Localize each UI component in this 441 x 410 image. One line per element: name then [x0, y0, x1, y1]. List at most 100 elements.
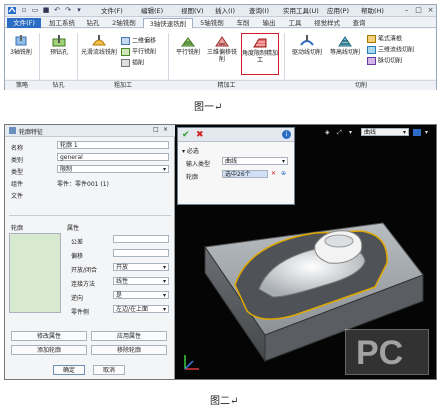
tab-2axis[interactable]: 2轴铣削: [107, 18, 141, 28]
input-type-select[interactable]: 曲线 ▾: [222, 157, 288, 165]
watermark-logo: PC: [345, 329, 429, 375]
zlevel-button[interactable]: 等高线切削: [327, 35, 363, 56]
menu-help[interactable]: 帮助(H): [361, 6, 384, 16]
modify-attr-button[interactable]: 修改属性: [11, 331, 87, 341]
contour-label: 轮廓: [186, 174, 199, 181]
ribbon-body: 3轴铣削 预钻孔 光滑流线铣削 二维偏移 平行铣削 插削 平行铣削 三维偏移铣削…: [5, 29, 436, 79]
attr-label-reverse: 逆向: [71, 295, 84, 302]
two-offset-button[interactable]: 二维偏移: [121, 37, 156, 45]
info-icon[interactable]: i: [282, 130, 291, 139]
field-label-type: 类型: [11, 169, 24, 176]
minimize-button[interactable]: –: [401, 6, 412, 15]
attr-label-tolerance: 公差: [71, 239, 84, 246]
parallel-mill-button[interactable]: 平行铣削: [121, 48, 156, 56]
angle-finish-icon: [253, 36, 267, 48]
add-contour-button[interactable]: 添加轮廓: [11, 345, 87, 355]
group-label-finishing: 精加工: [217, 82, 236, 89]
pencil-button[interactable]: 笔式清根: [367, 35, 402, 43]
chevron-down-icon: ▾: [162, 166, 166, 173]
undo-icon[interactable]: ↶: [52, 6, 62, 15]
offset3d-button[interactable]: 三维偏移铣削: [205, 35, 239, 63]
attr-label-offset: 偏移: [71, 253, 84, 260]
connect-select[interactable]: 线性 ▾: [113, 277, 169, 285]
maximize-button[interactable]: □: [413, 6, 424, 15]
contour-selection-field[interactable]: 选中26个: [222, 170, 268, 178]
tab-output[interactable]: 输出: [257, 18, 281, 28]
more-options-icon[interactable]: ▾: [425, 129, 428, 136]
spiral3d-button[interactable]: 三维流线切削: [367, 46, 414, 54]
chevron-down-icon: ▾: [162, 306, 166, 313]
confirm-check-icon[interactable]: ✔: [182, 130, 190, 140]
open-file-icon[interactable]: ▭: [30, 6, 40, 15]
required-section[interactable]: ▾ 必选: [182, 146, 199, 155]
menu-query[interactable]: 查询(I): [249, 6, 269, 16]
plunge-icon: [121, 59, 130, 67]
type-select[interactable]: 限制 ▾: [57, 165, 169, 173]
snap-icon[interactable]: ▾: [349, 129, 352, 136]
panel-header: 轮廓特征 □ ×: [5, 125, 175, 137]
zlevel-icon: [338, 35, 352, 47]
clear-selection-icon[interactable]: ✕: [271, 170, 276, 177]
mill3-button[interactable]: 3轴铣削: [7, 35, 35, 56]
ok-button[interactable]: 确定: [53, 365, 85, 375]
open-closed-select[interactable]: 开放 ▾: [113, 263, 169, 271]
pin-cut-button[interactable]: 脉切切削: [367, 57, 402, 65]
tab-drilling[interactable]: 钻孔: [81, 18, 105, 28]
tab-tools[interactable]: 工具: [283, 18, 307, 28]
tab-visual-style[interactable]: 视觉样式: [309, 18, 345, 28]
qat-dropdown-icon[interactable]: ▾: [74, 6, 84, 15]
menu-insert[interactable]: 插入(I): [215, 6, 235, 16]
cancel-button[interactable]: 取消: [93, 365, 125, 375]
tab-turning[interactable]: 车削: [231, 18, 255, 28]
tab-query[interactable]: 查询: [347, 18, 371, 28]
parallel2-button[interactable]: 平行铣削: [173, 35, 203, 56]
tab-5axis[interactable]: 5轴铣削: [195, 18, 229, 28]
plunge-button[interactable]: 插削: [121, 59, 144, 67]
pick-selection-icon[interactable]: ⊕: [281, 170, 286, 177]
selection-filter-select[interactable]: 曲线 ▾: [361, 128, 409, 136]
tab-file[interactable]: 文件(F): [7, 18, 41, 28]
menu-edit[interactable]: 编辑(E): [141, 6, 163, 16]
contour-list[interactable]: [9, 233, 61, 313]
tab-machining-system[interactable]: 加工系统: [45, 18, 79, 28]
name-field[interactable]: 轮廓 1: [57, 141, 169, 149]
panel-icon: [9, 127, 16, 134]
app-logo-icon[interactable]: [7, 6, 17, 15]
viewport-3d[interactable]: ✔ ✖ i ▾ 必选 输入类型 曲线 ▾ 轮廓 选中26个 ✕ ⊕ ◈ ⤢ ▾ 曲…: [175, 125, 436, 379]
pin-cut-icon: [367, 57, 376, 65]
display-mode-icon[interactable]: [413, 129, 421, 136]
predrill-icon: [52, 35, 66, 47]
group-label-drilling: 钻孔: [52, 82, 65, 89]
cancel-x-icon[interactable]: ✖: [196, 130, 204, 140]
predrill-button[interactable]: 预钻孔: [45, 35, 73, 56]
ribbon-screenshot: ▫ ▭ ■ ↶ ↷ ▾ 文件(F) 编辑(E) 视图(V) 插入(I) 查询(I…: [4, 4, 437, 90]
panel-x-icon[interactable]: ×: [163, 126, 168, 133]
divider: [9, 215, 171, 216]
tab-3axis-fast[interactable]: 3轴快速铣削: [143, 18, 193, 28]
contour-selection-panel: ✔ ✖ i ▾ 必选 输入类型 曲线 ▾ 轮廓 选中26个 ✕ ⊕: [177, 127, 295, 205]
redo-icon[interactable]: ↷: [63, 6, 73, 15]
tolerance-field[interactable]: [113, 235, 169, 243]
drive-curve-icon: [300, 35, 314, 47]
category-field[interactable]: general: [57, 153, 169, 161]
menu-file[interactable]: 文件(F): [101, 6, 123, 16]
view-cube-icon[interactable]: ◈: [325, 129, 330, 136]
new-file-icon[interactable]: ▫: [19, 6, 29, 15]
offset-field[interactable]: [113, 249, 169, 257]
part-side-select[interactable]: 左边/在上面 ▾: [113, 305, 169, 313]
mill3-icon: [14, 35, 28, 47]
menu-view[interactable]: 视图(V): [181, 6, 204, 16]
reverse-select[interactable]: 是 ▾: [113, 291, 169, 299]
group-divider: [284, 33, 285, 83]
save-icon[interactable]: ■: [41, 6, 51, 15]
close-button[interactable]: ×: [425, 6, 436, 15]
panel-close-icon[interactable]: □: [153, 126, 159, 133]
drive-curve-button[interactable]: 驱动线切削: [289, 35, 325, 56]
apply-attr-button[interactable]: 应用属性: [91, 331, 167, 341]
angle-finish-button[interactable]: 角度限制精加工: [241, 33, 279, 75]
menu-utilities[interactable]: 实用工具(U): [283, 6, 319, 16]
menu-apps[interactable]: 应用(P): [327, 6, 349, 16]
remove-contour-button[interactable]: 移除轮廓: [91, 345, 167, 355]
flowline-button[interactable]: 光滑流线铣削: [81, 35, 117, 56]
view-orient-icon[interactable]: ⤢: [337, 129, 342, 137]
